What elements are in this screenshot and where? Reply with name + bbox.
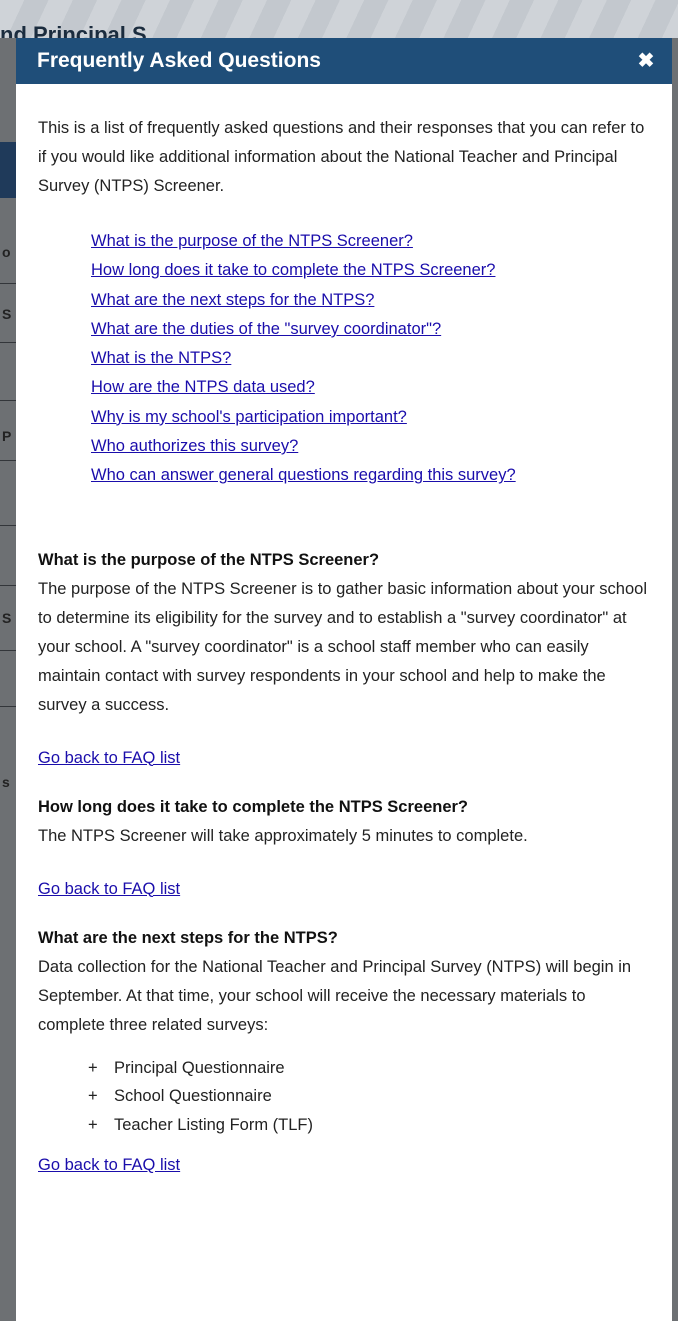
background-char: P bbox=[2, 428, 12, 444]
toc-link-next-steps[interactable]: What are the next steps for the NTPS? bbox=[91, 291, 374, 309]
plus-icon: + bbox=[88, 1115, 98, 1134]
toc-link-coordinator-duties[interactable]: What are the duties of the "survey coord… bbox=[91, 320, 441, 338]
faq-toc-list: What is the purpose of the NTPS Screener… bbox=[38, 227, 652, 491]
plus-icon: + bbox=[88, 1087, 98, 1106]
toc-item: How are the NTPS data used? bbox=[91, 373, 652, 402]
modal-header: Frequently Asked Questions ✖ bbox=[16, 38, 672, 84]
modal-body: This is a list of frequently asked quest… bbox=[16, 84, 672, 1180]
back-to-faq-link[interactable]: Go back to FAQ list bbox=[38, 744, 180, 773]
background-divider bbox=[0, 585, 16, 586]
toc-item: What is the NTPS? bbox=[91, 344, 652, 373]
faq-section-next-steps: What are the next steps for the NTPS? Da… bbox=[38, 924, 652, 1181]
close-icon[interactable]: ✖ bbox=[634, 49, 658, 73]
survey-list: + Principal Questionnaire + School Questio… bbox=[38, 1054, 652, 1140]
background-divider bbox=[0, 706, 16, 707]
list-item-label: Principal Questionnaire bbox=[114, 1058, 285, 1077]
faq-section-purpose: What is the purpose of the NTPS Screener… bbox=[38, 546, 652, 773]
background-divider bbox=[0, 400, 16, 401]
toc-item: Who can answer general questions regardi… bbox=[91, 461, 652, 490]
background-char: s bbox=[2, 774, 10, 790]
list-item-label: School Questionnaire bbox=[114, 1087, 272, 1106]
toc-item: What is the purpose of the NTPS Screener… bbox=[91, 227, 652, 256]
toc-link-data-used[interactable]: How are the NTPS data used? bbox=[91, 378, 315, 396]
toc-item: Who authorizes this survey? bbox=[91, 432, 652, 461]
list-item: + Teacher Listing Form (TLF) bbox=[88, 1111, 652, 1140]
faq-question: What is the purpose of the NTPS Screener… bbox=[38, 550, 380, 569]
modal-title: Frequently Asked Questions bbox=[37, 49, 321, 72]
faq-modal: Frequently Asked Questions ✖ This is a l… bbox=[16, 38, 672, 1321]
faq-answer: Data collection for the National Teacher… bbox=[38, 957, 632, 1034]
background-divider bbox=[0, 525, 16, 526]
toc-item: What are the duties of the "survey coord… bbox=[91, 315, 652, 344]
background-divider bbox=[0, 650, 16, 651]
toc-link-authorizes[interactable]: Who authorizes this survey? bbox=[91, 437, 298, 455]
toc-item: What are the next steps for the NTPS? bbox=[91, 286, 652, 315]
background-char: S bbox=[2, 306, 12, 322]
toc-link-purpose[interactable]: What is the purpose of the NTPS Screener… bbox=[91, 232, 413, 250]
plus-icon: + bbox=[88, 1058, 98, 1077]
background-divider bbox=[0, 283, 16, 284]
back-to-faq-link[interactable]: Go back to FAQ list bbox=[38, 875, 180, 904]
faq-section-duration: How long does it take to complete the NT… bbox=[38, 793, 652, 904]
faq-question: How long does it take to complete the NT… bbox=[38, 797, 468, 816]
toc-item: Why is my school's participation importa… bbox=[91, 403, 652, 432]
background-char: S bbox=[2, 610, 12, 626]
faq-answer: The NTPS Screener will take approximatel… bbox=[38, 826, 528, 845]
background-divider bbox=[0, 342, 16, 343]
background-right-edge bbox=[672, 38, 678, 1321]
list-item: + School Questionnaire bbox=[88, 1082, 652, 1111]
intro-text: This is a list of frequently asked quest… bbox=[38, 119, 645, 195]
faq-answer: The purpose of the NTPS Screener is to g… bbox=[38, 579, 647, 714]
toc-link-what-is-ntps[interactable]: What is the NTPS? bbox=[91, 349, 231, 367]
background-divider bbox=[0, 460, 16, 461]
toc-link-duration[interactable]: How long does it take to complete the NT… bbox=[91, 261, 495, 279]
toc-link-general-questions[interactable]: Who can answer general questions regardi… bbox=[91, 466, 516, 484]
toc-link-participation[interactable]: Why is my school's participation importa… bbox=[91, 408, 407, 426]
faq-question: What are the next steps for the NTPS? bbox=[38, 928, 338, 947]
toc-item: How long does it take to complete the NT… bbox=[91, 256, 652, 285]
background-char: o bbox=[2, 244, 11, 260]
list-item-label: Teacher Listing Form (TLF) bbox=[114, 1115, 313, 1134]
back-to-faq-link[interactable]: Go back to FAQ list bbox=[38, 1151, 180, 1180]
list-item: + Principal Questionnaire bbox=[88, 1054, 652, 1083]
